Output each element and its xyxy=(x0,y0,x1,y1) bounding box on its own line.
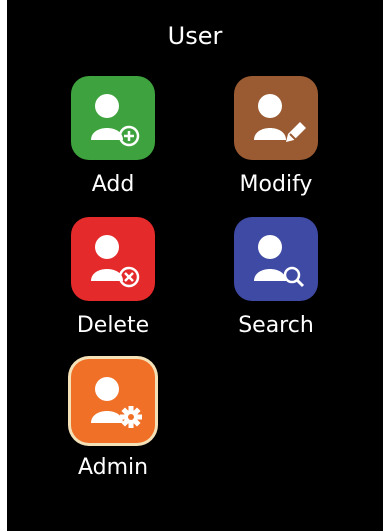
search-tile xyxy=(234,217,318,301)
user-delete-icon xyxy=(91,235,140,288)
user-admin-icon xyxy=(91,377,142,428)
delete-user-button[interactable]: Delete xyxy=(48,217,178,347)
add-label: Add xyxy=(91,172,135,197)
delete-label: Delete xyxy=(76,313,150,338)
search-label: Search xyxy=(238,313,314,338)
user-edit-icon xyxy=(254,94,306,142)
admin-tile xyxy=(71,359,155,443)
add-user-button[interactable]: Add xyxy=(48,76,178,206)
admin-user-button[interactable]: Admin xyxy=(48,359,178,489)
add-tile xyxy=(71,76,155,160)
user-menu-screen: User Add Modify Delete Search Admin xyxy=(7,0,383,531)
modify-user-button[interactable]: Modify xyxy=(211,76,341,206)
user-search-icon xyxy=(254,235,305,288)
gear-icon xyxy=(120,406,142,428)
modify-label: Modify xyxy=(239,172,313,197)
admin-label: Admin xyxy=(77,455,149,480)
screen-title: User xyxy=(167,22,223,50)
search-user-button[interactable]: Search xyxy=(211,217,341,347)
modify-tile xyxy=(234,76,318,160)
delete-tile xyxy=(71,217,155,301)
user-add-icon xyxy=(91,94,140,147)
